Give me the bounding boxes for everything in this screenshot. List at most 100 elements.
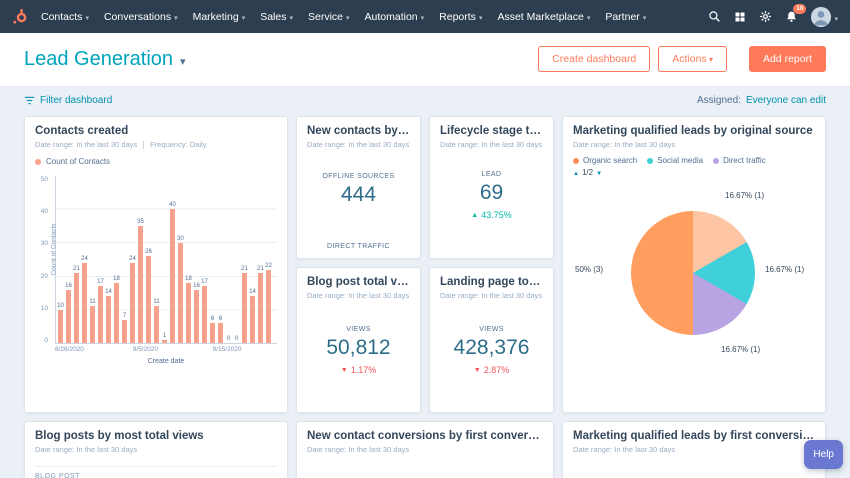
bar: 11 [89,299,96,343]
y-tick-label: 40 [40,208,48,216]
settings-gear-icon[interactable] [759,10,772,23]
report-subtitle: Date range: In the last 30 days [440,291,543,300]
dashboard-title-selector[interactable]: Lead Generation [24,48,186,71]
nav-label: Partner [605,10,640,23]
legend-item-social-media[interactable]: Social media [647,156,703,165]
search-icon[interactable] [708,10,721,23]
report-title: Landing page total vie... [440,276,543,288]
pie-chart[interactable] [631,211,755,335]
date-range-label: Date range: In the last 30 days [440,291,543,300]
nav-item-automation[interactable]: Automation [365,11,425,23]
assigned-label: Assigned: [697,95,741,106]
pie-legend: Organic search Social media Direct traff… [573,156,815,165]
metric-label: VIEWS [479,326,504,333]
bar: 16 [193,283,200,343]
bar-value-label: 24 [129,255,136,262]
add-report-button[interactable]: Add report [748,46,826,72]
card-contacts-created: Contacts created Date range: In the last… [24,116,288,413]
bar-value-label: 40 [169,202,176,209]
bar-value-label: 30 [177,235,184,242]
bar-value-label: 6 [210,315,215,322]
x-tick-label: 9/15/2020 [212,346,242,353]
nav-item-reports[interactable]: Reports [439,11,482,23]
metric-label: OFFLINE SOURCES [322,173,395,180]
report-title: New contacts by source [307,125,410,137]
nav-item-conversations[interactable]: Conversations [104,11,178,23]
nav-item-sales[interactable]: Sales [260,11,293,23]
bar-chart: Count of Contacts 50 40 30 20 10 0 10 16 21 24 11… [35,176,277,365]
dashboard-grid: Contacts created Date range: In the last… [0,108,850,478]
bar-value-label: 16 [65,282,72,289]
chevron-down-icon [587,11,591,23]
x-tick-label: 9/5/2020 [132,346,158,353]
bar-chart-yaxis: 50 40 30 20 10 0 [35,176,51,344]
metric-body: LEAD 69 43.75% [440,171,543,220]
notifications-bell-icon[interactable]: 10 [785,4,807,23]
legend-item-organic-search[interactable]: Organic search [573,156,637,165]
report-subtitle: Date range: In the last 30 days Frequenc… [35,140,277,149]
nav-item-service[interactable]: Service [308,11,350,23]
legend-label[interactable]: Count of Contacts [46,157,110,166]
bar: 17 [201,279,208,343]
legend-page-up-icon[interactable] [573,168,579,177]
legend-item-direct-traffic[interactable]: Direct traffic [713,156,766,165]
create-dashboard-button[interactable]: Create dashboard [538,46,651,72]
metric-value: 69 [479,181,504,204]
hubspot-logo-icon[interactable] [12,8,29,25]
report-subtitle: Date range: In the last 30 days [440,140,543,149]
bar-value-label: 21 [73,265,80,272]
bar: 21 [241,266,248,343]
report-title: New contact conversions by first convers… [307,430,543,442]
bar: 16 [65,283,72,343]
navbar-utilities: 10 [708,4,838,27]
metric-value: 428,376 [453,336,530,359]
nav-item-partner[interactable]: Partner [605,11,646,23]
legend-label: Direct traffic [723,156,766,165]
nav-item-marketing[interactable]: Marketing [193,11,246,23]
frequency-label: Frequency: Daily [150,140,207,149]
bar: 17 [97,279,104,343]
report-title: Contacts created [35,125,129,137]
account-menu[interactable] [811,6,838,27]
bar: 18 [185,276,192,343]
filter-lines-icon [24,96,35,105]
delta-value: 2.87% [483,365,510,375]
date-range-label: Date range: In the last 30 days [307,140,410,149]
nav-item-asset-marketplace[interactable]: Asset Marketplace [497,11,590,23]
actions-button[interactable]: Actions [658,46,727,72]
metric-value: 444 [340,183,377,206]
chevron-down-icon [346,11,350,23]
delta-up-indicator: 43.75% [471,210,512,220]
bar: 1 [162,333,167,343]
legend-page-down-icon[interactable] [596,168,602,177]
bar-value-label: 26 [145,249,152,256]
bar: 30 [177,236,184,343]
filter-dashboard-link[interactable]: Filter dashboard [24,95,112,106]
assigned-everyone-link[interactable]: Everyone can edit [746,95,826,106]
bar-value-label: 17 [201,279,208,286]
card-mql-by-first-conversion: Marketing qualified leads by first conve… [562,421,826,478]
bar: 21 [257,266,264,343]
legend-dot [713,157,720,164]
nav-label: Asset Marketplace [497,10,584,23]
chart-legend: Count of Contacts [35,157,277,166]
bar-value-label: 21 [241,265,248,272]
nav-label: Sales [260,10,287,23]
y-tick-label: 10 [40,304,48,312]
legend-label: Social media [657,156,704,165]
help-button[interactable]: Help [804,440,843,469]
metric-body: VIEWS 50,812 1.17% [307,326,410,375]
marketplace-grid-icon[interactable] [734,11,746,23]
bar-value-label: 7 [122,312,127,319]
actions-label: Actions [672,53,707,65]
report-title: Blog post total views a... [307,276,410,288]
bar-value-label: 24 [81,255,88,262]
bar: 14 [105,289,112,343]
report-title: Marketing qualified leads by original so… [573,125,813,137]
nav-item-contacts[interactable]: Contacts [41,11,89,23]
pie-chart-area: 16.67% (1) 16.67% (1) 16.67% (1) 50% (3) [573,183,815,373]
legend-page-indicator: 1/2 [581,168,594,177]
bar: 24 [81,256,88,343]
x-axis-ticks: 8/26/2020 9/5/2020 9/15/2020 [55,346,277,356]
bar-value-label: 11 [153,299,160,306]
